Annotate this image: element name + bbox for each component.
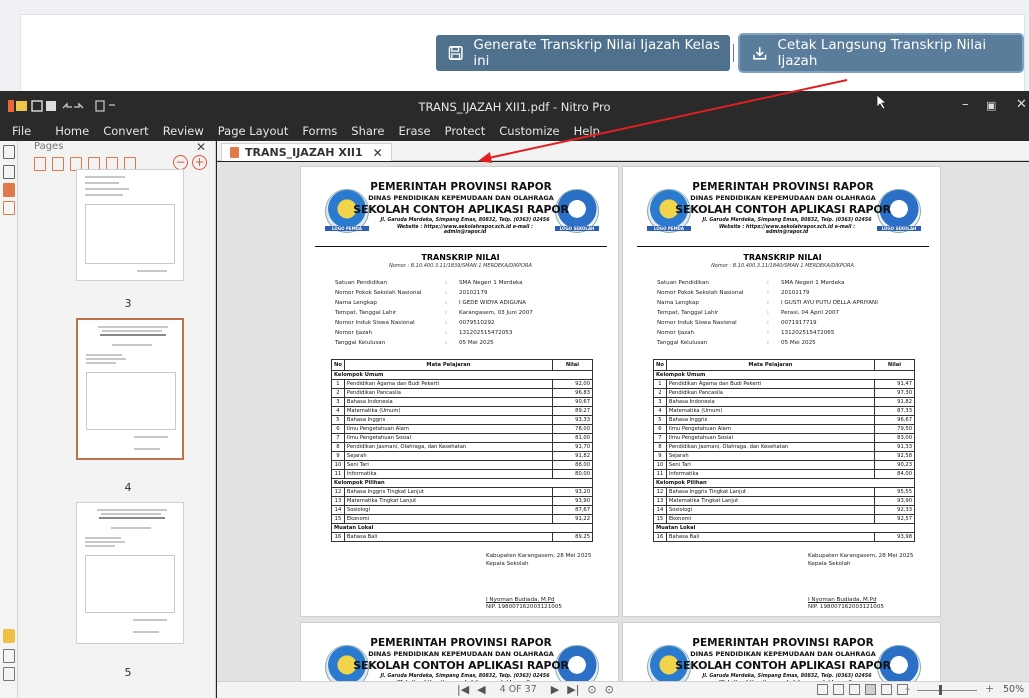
annotation-arrow — [478, 79, 848, 163]
mouse-cursor-icon — [876, 94, 888, 110]
screen: Generate Transkrip Nilai Ijazah Kelas in… — [0, 0, 1029, 698]
